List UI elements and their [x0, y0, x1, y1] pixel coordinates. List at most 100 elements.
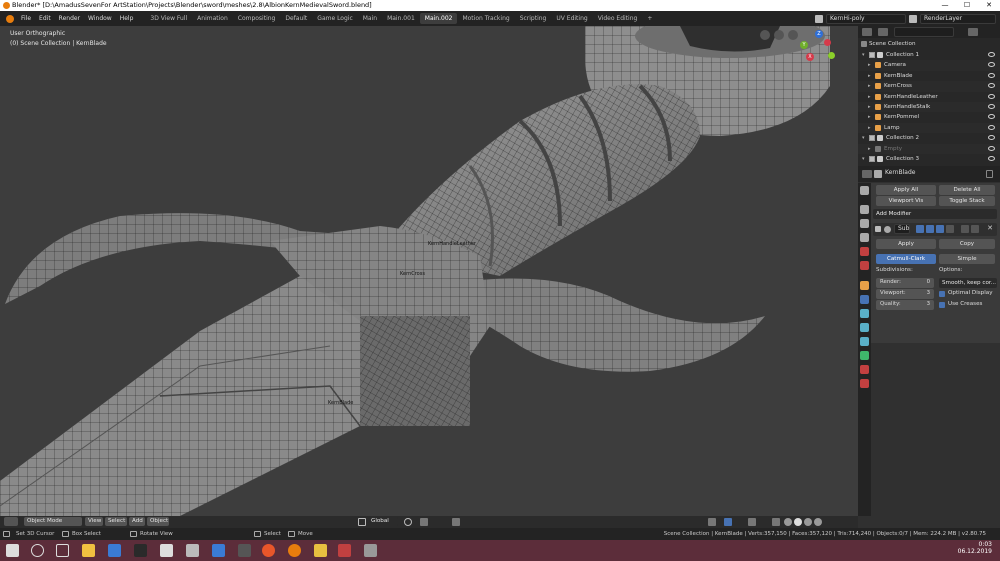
wireframe-shading-icon[interactable] [784, 518, 792, 526]
eye-icon[interactable] [988, 135, 995, 141]
outliner-row[interactable]: ▾ Collection 3 [858, 154, 1000, 164]
app-icon-3[interactable] [338, 544, 351, 557]
proportional-edit-icon[interactable] [452, 518, 460, 526]
expand-arrow-icon[interactable]: ▸ [868, 144, 871, 154]
zoom-icon[interactable] [774, 30, 784, 40]
constraints-tab-icon[interactable] [860, 337, 869, 346]
toggle-stack-button[interactable]: Toggle Stack [939, 196, 995, 206]
outliner-row[interactable]: ▸ KernCross [858, 81, 1000, 92]
exclude-checkbox[interactable] [869, 52, 875, 58]
windows-start-icon[interactable] [6, 544, 19, 557]
uv-smooth-dropdown[interactable]: Smooth, keep cor... [939, 278, 997, 288]
rendered-shading-icon[interactable] [814, 518, 822, 526]
tab-main-002[interactable]: Main.002 [419, 13, 458, 24]
tool-tab-icon[interactable] [860, 186, 869, 195]
render-icon[interactable] [936, 225, 944, 233]
eye-icon[interactable] [988, 83, 995, 89]
tab-3d-view-full[interactable]: 3D View Full [145, 13, 192, 24]
transform-orientation-dropdown[interactable]: Global [368, 517, 398, 526]
scene-icon[interactable] [815, 14, 823, 23]
maximize-button[interactable]: ☐ [956, 0, 978, 11]
catmull-clark-button[interactable]: Catmull-Clark [876, 254, 936, 264]
menu-render[interactable]: Render [55, 15, 84, 22]
outliner-row[interactable]: ▸ Camera [858, 60, 1000, 71]
tab-scripting[interactable]: Scripting [515, 13, 552, 24]
outliner-row[interactable]: ▾ Collection 1 [858, 50, 1000, 60]
menu-edit[interactable]: Edit [35, 15, 55, 22]
data-tab-icon[interactable] [860, 351, 869, 360]
task-view-icon[interactable] [56, 544, 69, 557]
pivot-point-icon[interactable] [404, 518, 412, 526]
outliner-row[interactable]: ▾ Collection 2 [858, 133, 1000, 143]
visibility-icon[interactable] [708, 518, 716, 526]
outliner-row[interactable]: ▸ Empty [858, 143, 1000, 154]
search-icon[interactable] [31, 544, 44, 557]
eye-icon[interactable] [988, 62, 995, 68]
eye-icon[interactable] [988, 114, 995, 120]
menu-object[interactable]: Object [147, 517, 169, 526]
expand-arrow-icon[interactable]: ▾ [862, 50, 865, 60]
navigation-gizmo[interactable]: Z Y X [800, 30, 840, 70]
output-tab-icon[interactable] [860, 219, 869, 228]
outliner-row[interactable]: ▸ KernBlade [858, 71, 1000, 81]
scene-tab-icon[interactable] [860, 247, 869, 256]
cage-icon[interactable] [946, 225, 954, 233]
eye-icon[interactable] [988, 124, 995, 130]
physics-tab-icon[interactable] [860, 323, 869, 332]
gizmo-x-axis[interactable]: X [806, 53, 814, 61]
camera-view-icon[interactable] [788, 30, 798, 40]
display-mode-icon[interactable] [878, 28, 888, 36]
photos-icon[interactable] [212, 544, 225, 557]
eye-icon[interactable] [988, 52, 995, 57]
tab-main[interactable]: Main [358, 13, 382, 24]
exclude-checkbox[interactable] [869, 135, 875, 142]
optimal-display-checkbox[interactable] [939, 291, 945, 297]
expand-arrow-icon[interactable]: ▸ [868, 60, 871, 70]
expand-arrow-icon[interactable]: ▾ [862, 154, 865, 164]
gizmo-toggle-icon[interactable] [724, 518, 732, 526]
expand-arrow-icon[interactable]: ▸ [868, 71, 871, 81]
tab-main-001[interactable]: Main.001 [382, 13, 420, 24]
blender-menu-icon[interactable] [6, 14, 14, 23]
menu-select[interactable]: Select [105, 517, 127, 526]
use-creases-checkbox[interactable] [939, 302, 945, 308]
add-modifier-dropdown[interactable]: Add Modifier [873, 209, 997, 219]
outliner-row[interactable]: ▸ KernPommel [858, 112, 1000, 122]
render-tab-icon[interactable] [860, 205, 869, 214]
properties-editor-icon[interactable] [862, 170, 872, 178]
remove-modifier-icon[interactable]: ✕ [985, 224, 995, 234]
minimize-button[interactable]: — [934, 0, 956, 11]
menu-add[interactable]: Add [129, 517, 145, 526]
viewport-vis-button[interactable]: Viewport Vis [876, 196, 936, 206]
eye-icon[interactable] [988, 104, 995, 109]
solid-shading-icon[interactable] [794, 518, 802, 526]
object-tab-icon[interactable] [860, 281, 869, 290]
app-icon-4[interactable] [364, 544, 377, 557]
simple-button[interactable]: Simple [939, 254, 995, 264]
gizmo-z-axis[interactable]: Z [815, 30, 823, 38]
expand-arrow-icon[interactable]: ▸ [868, 112, 871, 122]
world-tab-icon[interactable] [860, 261, 869, 270]
apply-all-button[interactable]: Apply All [876, 185, 936, 195]
tab-video-editing[interactable]: Video Editing [593, 13, 643, 24]
firefox-icon[interactable] [262, 544, 275, 557]
xray-toggle-icon[interactable] [772, 518, 780, 526]
outliner-root[interactable]: Scene Collection [858, 39, 1000, 49]
gizmo-y-negative[interactable] [828, 52, 835, 59]
edit-mode-icon[interactable] [916, 225, 924, 233]
snap-icon[interactable] [420, 518, 428, 526]
app-icon-1[interactable] [134, 544, 147, 557]
view-layer-icon[interactable] [909, 14, 917, 23]
delete-all-button[interactable]: Delete All [939, 185, 995, 195]
move-down-icon[interactable] [971, 225, 979, 233]
apply-button[interactable]: Apply [876, 239, 936, 249]
realtime-icon[interactable] [926, 225, 934, 233]
filter-icon[interactable] [968, 28, 978, 36]
outliner-search-input[interactable] [894, 27, 954, 37]
texture-tab-icon[interactable] [860, 379, 869, 388]
viewport-levels-field[interactable]: Viewport: 3 [876, 289, 934, 299]
app-icon-2[interactable] [314, 544, 327, 557]
store-icon[interactable] [108, 544, 121, 557]
tab-animation[interactable]: Animation [192, 13, 233, 24]
modifier-tab-icon[interactable] [860, 295, 869, 304]
